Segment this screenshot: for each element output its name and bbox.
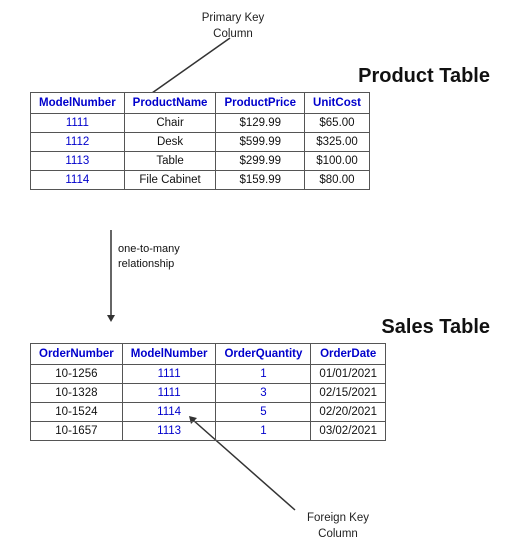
- product-cell: $325.00: [305, 133, 370, 152]
- sales-cell: 1114: [122, 403, 216, 422]
- col-order-number: OrderNumber: [31, 344, 123, 365]
- product-cell: Chair: [124, 114, 216, 133]
- foreign-key-annotation: Foreign Key Column: [278, 510, 398, 542]
- product-table-title: Product Table: [30, 65, 490, 88]
- product-table-row: 1114File Cabinet$159.99$80.00: [31, 171, 370, 190]
- sales-table-row: 10-13281111302/15/2021: [31, 384, 386, 403]
- sales-table-title: Sales Table: [30, 316, 490, 339]
- sales-table-section: Sales Table OrderNumber ModelNumber Orde…: [30, 316, 490, 441]
- sales-table-header-row: OrderNumber ModelNumber OrderQuantity Or…: [31, 344, 386, 365]
- sales-cell: 1111: [122, 365, 216, 384]
- sales-cell: 10-1524: [31, 403, 123, 422]
- sales-cell: 01/01/2021: [311, 365, 386, 384]
- sales-cell: 5: [216, 403, 311, 422]
- product-table: ModelNumber ProductName ProductPrice Uni…: [30, 92, 370, 190]
- product-table-row: 1112Desk$599.99$325.00: [31, 133, 370, 152]
- sales-cell: 02/15/2021: [311, 384, 386, 403]
- sales-table: OrderNumber ModelNumber OrderQuantity Or…: [30, 343, 386, 441]
- sales-cell: 10-1328: [31, 384, 123, 403]
- sales-cell: 1: [216, 365, 311, 384]
- main-container: Primary Key Column Product Table ModelNu…: [0, 0, 524, 548]
- sales-table-row: 10-16571113103/02/2021: [31, 422, 386, 441]
- product-cell: 1113: [31, 152, 125, 171]
- product-cell: Table: [124, 152, 216, 171]
- product-cell: $80.00: [305, 171, 370, 190]
- product-table-section: Product Table ModelNumber ProductName Pr…: [30, 65, 490, 190]
- product-cell: $599.99: [216, 133, 305, 152]
- product-cell: $299.99: [216, 152, 305, 171]
- sales-cell: 1113: [122, 422, 216, 441]
- col-model-number-sales: ModelNumber: [122, 344, 216, 365]
- product-cell: 1114: [31, 171, 125, 190]
- sales-cell: 3: [216, 384, 311, 403]
- col-unit-cost: UnitCost: [305, 93, 370, 114]
- sales-cell: 10-1657: [31, 422, 123, 441]
- product-cell: Desk: [124, 133, 216, 152]
- col-model-number: ModelNumber: [31, 93, 125, 114]
- col-order-date: OrderDate: [311, 344, 386, 365]
- col-product-price: ProductPrice: [216, 93, 305, 114]
- relationship-label: one-to-many relationship: [118, 242, 180, 273]
- sales-cell: 03/02/2021: [311, 422, 386, 441]
- sales-cell: 02/20/2021: [311, 403, 386, 422]
- product-cell: $129.99: [216, 114, 305, 133]
- sales-table-row: 10-15241114502/20/2021: [31, 403, 386, 422]
- product-cell: 1112: [31, 133, 125, 152]
- product-cell: $159.99: [216, 171, 305, 190]
- sales-table-row: 10-12561111101/01/2021: [31, 365, 386, 384]
- primary-key-annotation: Primary Key Column: [178, 10, 288, 42]
- product-cell: $100.00: [305, 152, 370, 171]
- col-product-name: ProductName: [124, 93, 216, 114]
- sales-cell: 1: [216, 422, 311, 441]
- product-table-row: 1111Chair$129.99$65.00: [31, 114, 370, 133]
- col-order-quantity: OrderQuantity: [216, 344, 311, 365]
- product-cell: $65.00: [305, 114, 370, 133]
- product-cell: 1111: [31, 114, 125, 133]
- sales-cell: 10-1256: [31, 365, 123, 384]
- product-cell: File Cabinet: [124, 171, 216, 190]
- product-table-row: 1113Table$299.99$100.00: [31, 152, 370, 171]
- product-table-header-row: ModelNumber ProductName ProductPrice Uni…: [31, 93, 370, 114]
- sales-cell: 1111: [122, 384, 216, 403]
